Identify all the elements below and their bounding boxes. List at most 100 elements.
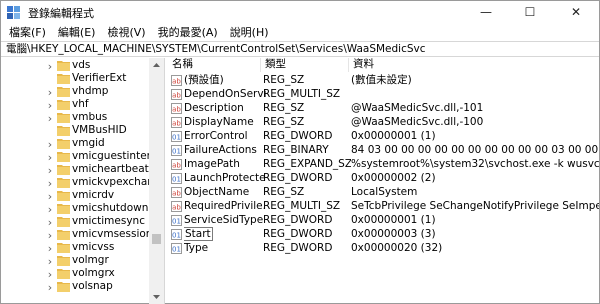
list-header: 名稱 類型 資料 — [168, 58, 599, 72]
value-type: REG_MULTI_SZ — [263, 88, 341, 100]
window-title: 登錄編輯程式 — [28, 7, 94, 20]
value-type: REG_MULTI_SZ — [263, 200, 341, 212]
value-type: REG_DWORD — [263, 130, 333, 142]
value-row[interactable]: ab ObjectName REG_SZ LocalSystem — [168, 185, 599, 200]
value-name-text: DependOnServi... — [184, 88, 266, 100]
menu-favorites[interactable]: 我的最愛(A) — [152, 24, 224, 40]
value-row[interactable]: 01 FailureActions REG_BINARY 84 03 00 00 00… — [168, 143, 599, 158]
value-type: REG_DWORD — [263, 242, 333, 254]
column-header-data[interactable]: 資料 — [349, 58, 599, 72]
folder-icon — [57, 217, 70, 227]
maximize-button[interactable]: ☐ — [507, 1, 553, 23]
expand-chevron-icon[interactable]: › — [45, 190, 55, 203]
expand-chevron-icon[interactable]: › — [45, 281, 55, 294]
value-row[interactable]: ab ImagePath REG_EXPAND_SZ %systemroot%\sys… — [168, 157, 599, 172]
svg-text:01: 01 — [172, 176, 181, 184]
minimize-button[interactable]: — — [463, 1, 509, 23]
maximize-icon: ☐ — [524, 5, 536, 19]
folder-icon — [57, 165, 70, 175]
folder-icon — [57, 126, 70, 136]
scroll-up-button[interactable] — [149, 58, 164, 72]
value-name-text: ImagePath — [184, 158, 240, 170]
binary-value-icon: 01 — [171, 131, 182, 142]
folder-icon — [57, 256, 70, 266]
value-row[interactable]: ab RequiredPrivile... REG_MULTI_SZ SeTcbPri… — [168, 199, 599, 214]
value-name: ObjectName — [184, 185, 266, 200]
scroll-thumb[interactable] — [152, 234, 161, 244]
value-name: (預設值) — [184, 73, 266, 88]
value-type: REG_SZ — [263, 186, 305, 198]
menu-edit[interactable]: 編輯(E) — [52, 24, 102, 40]
value-row[interactable]: 01 ErrorControl REG_DWORD 0x00000001 (1) — [168, 129, 599, 144]
tree-item-label: vmicheartbeat — [72, 163, 149, 175]
menu-view[interactable]: 檢視(V) — [101, 24, 151, 40]
string-value-icon: ab — [171, 89, 182, 100]
value-data: @WaaSMedicSvc.dll,-101 — [351, 102, 484, 114]
value-name-text: RequiredPrivile... — [184, 200, 266, 212]
svg-text:ab: ab — [172, 92, 181, 100]
column-header-name[interactable]: 名稱 — [168, 58, 261, 72]
svg-text:01: 01 — [172, 148, 181, 156]
value-name-text: ObjectName — [184, 186, 250, 198]
expand-chevron-icon[interactable]: › — [45, 242, 55, 255]
menu-file[interactable]: 檔案(F) — [3, 24, 52, 40]
address-bar[interactable]: 電腦\HKEY_LOCAL_MACHINE\SYSTEM\CurrentCont… — [1, 41, 599, 57]
folder-icon — [57, 100, 70, 110]
value-type: REG_DWORD — [263, 228, 333, 240]
expand-chevron-icon[interactable]: › — [45, 268, 55, 281]
expand-chevron-icon[interactable]: › — [45, 164, 55, 177]
value-data — [351, 87, 599, 102]
binary-value-icon: 01 — [171, 215, 182, 226]
value-name: DisplayName — [184, 115, 266, 130]
key-tree-pane[interactable]: › vds VerifierExt › vhdmp › vhf › vmbus VMBusHID ›… — [1, 58, 165, 304]
binary-value-icon: 01 — [171, 229, 182, 240]
scroll-up-icon — [153, 63, 160, 67]
value-row[interactable]: 01 LaunchProtected REG_DWORD 0x00000002 (2) — [168, 171, 599, 186]
menu-help[interactable]: 說明(H) — [224, 24, 275, 40]
title-bar[interactable]: 登錄編輯程式 — ☐ ✕ — [1, 1, 599, 23]
scroll-down-button[interactable] — [149, 290, 164, 304]
value-name-text: (預設值) — [184, 74, 224, 86]
svg-text:ab: ab — [172, 120, 181, 128]
value-name: ImagePath — [184, 157, 266, 172]
expand-chevron-icon[interactable]: › — [45, 99, 55, 112]
expand-chevron-icon[interactable]: › — [45, 112, 55, 125]
expand-chevron-icon[interactable]: › — [45, 138, 55, 151]
expand-chevron-icon[interactable]: › — [45, 151, 55, 164]
tree-item[interactable]: › volsnap — [1, 279, 151, 295]
tree-item-label: vmictimesync — [72, 215, 145, 227]
expand-chevron-icon[interactable]: › — [45, 216, 55, 229]
expand-chevron-icon[interactable] — [45, 126, 55, 136]
expand-chevron-icon[interactable]: › — [45, 177, 55, 190]
value-row[interactable]: ab DisplayName REG_SZ @WaaSMedicSvc.dll,-10… — [168, 115, 599, 130]
tree-scrollbar[interactable] — [149, 58, 164, 304]
value-data: %systemroot%\system32\svchost.exe -k wus… — [351, 158, 599, 170]
expand-chevron-icon[interactable]: › — [45, 255, 55, 268]
expand-chevron-icon[interactable]: › — [45, 86, 55, 99]
column-header-type[interactable]: 類型 — [261, 58, 349, 72]
value-row[interactable]: 01 Start REG_DWORD 0x00000003 (3) — [168, 227, 599, 242]
value-type: REG_SZ — [263, 74, 305, 86]
value-row[interactable]: ab Description REG_SZ @WaaSMedicSvc.dll,-10… — [168, 101, 599, 116]
values-list-pane[interactable]: 名稱 類型 資料 ab (預設值) REG_SZ (數值未設定) ab DependOnS… — [168, 58, 599, 304]
value-data: 0x00000003 (3) — [351, 228, 436, 240]
value-row[interactable]: 01 Type REG_DWORD 0x00000020 (32) — [168, 241, 599, 256]
folder-icon — [57, 113, 70, 123]
close-button[interactable]: ✕ — [553, 1, 599, 23]
folder-icon — [57, 282, 70, 292]
expand-chevron-icon[interactable]: › — [45, 60, 55, 73]
value-row[interactable]: abDependOnServi...REG_MULTI_SZ — [168, 87, 599, 102]
expand-chevron-icon[interactable]: › — [45, 229, 55, 242]
value-data: 0x00000001 (1) — [351, 214, 436, 226]
expand-chevron-icon[interactable] — [45, 74, 55, 84]
value-row[interactable]: 01 ServiceSidType REG_DWORD 0x00000001 (1) — [168, 213, 599, 228]
svg-text:ab: ab — [172, 162, 181, 170]
binary-value-icon: 01 — [171, 173, 182, 184]
expand-chevron-icon[interactable]: › — [45, 203, 55, 216]
value-row[interactable]: ab (預設值) REG_SZ (數值未設定) — [168, 73, 599, 88]
folder-icon — [57, 191, 70, 201]
value-name-text: DisplayName — [184, 116, 254, 128]
svg-text:ab: ab — [172, 78, 181, 86]
tree-item-label: vhf — [72, 98, 89, 110]
value-name: ServiceSidType — [184, 213, 266, 228]
